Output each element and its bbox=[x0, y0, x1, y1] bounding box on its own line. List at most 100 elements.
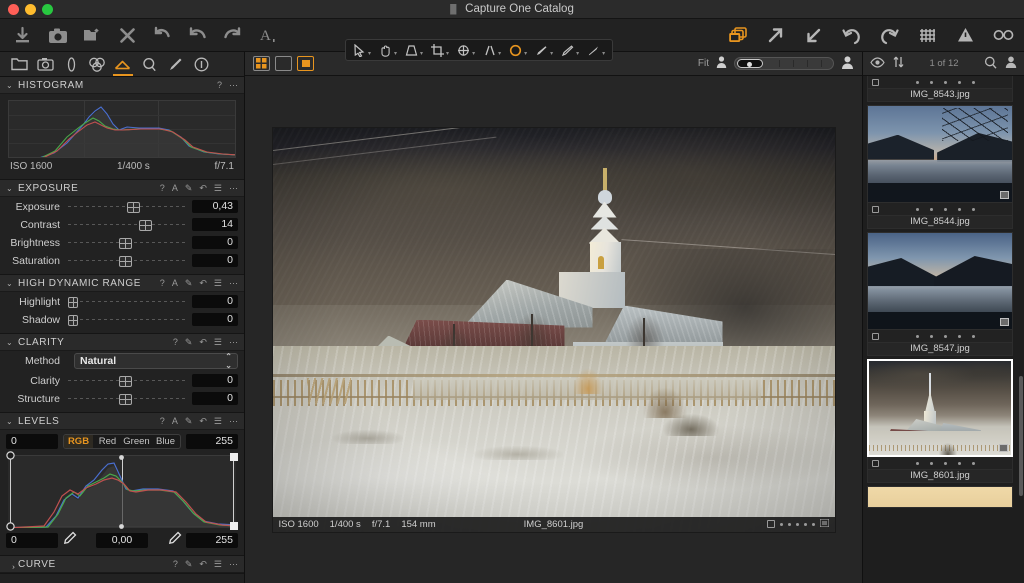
help-icon[interactable]: ? bbox=[173, 560, 178, 569]
search-icon[interactable] bbox=[984, 56, 997, 72]
collapse-chevron-icon[interactable]: ⌄ bbox=[6, 338, 18, 347]
maximize-window-button[interactable] bbox=[42, 4, 53, 15]
menu-icon[interactable]: ☰ bbox=[214, 279, 222, 288]
rotate-ccw-icon[interactable] bbox=[841, 25, 862, 46]
glasses-icon[interactable] bbox=[993, 25, 1014, 46]
person-icon[interactable] bbox=[1005, 56, 1017, 71]
exposure-header[interactable]: ⌄ EXPOSURE ? A ✎ ↶ ☰ ⋯ bbox=[0, 180, 244, 197]
rating-dot[interactable] bbox=[916, 335, 919, 338]
menu-icon[interactable]: ☰ bbox=[214, 184, 222, 193]
select-checkbox[interactable] bbox=[872, 206, 879, 213]
close-icon[interactable] bbox=[117, 25, 138, 46]
levels-black-out-handle[interactable] bbox=[6, 522, 15, 531]
rating-dot[interactable] bbox=[944, 208, 947, 211]
import-icon[interactable] bbox=[12, 25, 33, 46]
slider-track[interactable] bbox=[68, 294, 186, 310]
rating-dot[interactable] bbox=[972, 335, 975, 338]
arrow-down-left-icon[interactable] bbox=[803, 25, 824, 46]
help-icon[interactable]: ? bbox=[173, 338, 178, 347]
picker-icon[interactable]: ✎ bbox=[185, 279, 193, 288]
main-photo[interactable]: ISO 1600 1/400 s f/7.1 154 mm IMG_8601.j… bbox=[273, 128, 835, 532]
picker-icon[interactable]: ✎ bbox=[185, 184, 193, 193]
ellipsis-icon[interactable]: ⋯ bbox=[229, 184, 238, 193]
text-icon[interactable]: A bbox=[257, 25, 278, 46]
list-item[interactable]: IMG_8543.jpg bbox=[867, 76, 1020, 102]
undo-icon[interactable] bbox=[187, 25, 208, 46]
slider-value[interactable]: 0 bbox=[192, 254, 238, 267]
brightness-slider-row[interactable]: Brightness 0 bbox=[0, 234, 244, 251]
menu-icon[interactable]: ☰ bbox=[214, 417, 222, 426]
channel-tab-rgb[interactable]: RGB bbox=[64, 435, 93, 448]
metadata-badge-icon[interactable] bbox=[1000, 318, 1009, 326]
expand-chevron-icon[interactable]: ⌄ bbox=[8, 558, 17, 570]
capture-tab[interactable] bbox=[32, 52, 58, 76]
thumbnail-image[interactable] bbox=[867, 359, 1013, 457]
undo-arrow-icon[interactable] bbox=[152, 25, 173, 46]
pan-tool[interactable]: ▾ bbox=[375, 40, 401, 60]
adjustments-tab[interactable] bbox=[162, 52, 188, 76]
help-icon[interactable]: ? bbox=[160, 184, 165, 193]
picker-icon[interactable]: ✎ bbox=[185, 338, 193, 347]
rating-dot[interactable] bbox=[930, 335, 933, 338]
thumbnail-list[interactable]: IMG_8543.jpg bbox=[863, 76, 1024, 583]
saturation-slider-row[interactable]: Saturation 0 bbox=[0, 252, 244, 269]
rating-dot[interactable] bbox=[972, 208, 975, 211]
channel-tab-green[interactable]: Green bbox=[122, 435, 151, 448]
curve-header[interactable]: ⌄ CURVE ? ✎ ↶ ☰ ⋯ bbox=[0, 556, 244, 573]
histogram-header[interactable]: ⌄ HISTOGRAM ? ⋯ bbox=[0, 77, 244, 94]
rating-dot[interactable] bbox=[930, 81, 933, 84]
levels-white-out-handle[interactable] bbox=[230, 521, 239, 530]
collapse-chevron-icon[interactable]: ⌄ bbox=[6, 417, 18, 426]
thumbnail-image[interactable] bbox=[867, 105, 1013, 203]
rating-dot[interactable] bbox=[958, 462, 961, 465]
levels-gamma-handle[interactable] bbox=[118, 452, 127, 461]
metadata-badge-icon[interactable] bbox=[1000, 191, 1009, 199]
collapse-chevron-icon[interactable]: ⌄ bbox=[6, 184, 18, 193]
zoom-slider[interactable] bbox=[734, 57, 834, 70]
slider-track[interactable] bbox=[68, 391, 186, 407]
slider-value[interactable]: 0,43 bbox=[192, 200, 238, 213]
rating-dot[interactable] bbox=[916, 81, 919, 84]
rating-dot[interactable] bbox=[916, 208, 919, 211]
levels-gamma-handle-bottom[interactable] bbox=[118, 521, 127, 530]
list-item[interactable] bbox=[867, 486, 1020, 508]
highlight-slider-row[interactable]: Highlight 0 bbox=[0, 293, 244, 310]
auto-icon[interactable]: A bbox=[172, 184, 178, 193]
levels-output-black[interactable]: 0 bbox=[6, 533, 58, 548]
keystone-tool[interactable]: ▾ bbox=[401, 40, 427, 60]
warning-icon[interactable] bbox=[955, 25, 976, 46]
ellipsis-icon[interactable]: ⋯ bbox=[229, 81, 238, 90]
slider-value[interactable]: 0 bbox=[192, 392, 238, 405]
browser-scrollbar[interactable] bbox=[1019, 376, 1023, 496]
reset-icon[interactable]: ↶ bbox=[199, 417, 207, 426]
slider-track[interactable] bbox=[68, 235, 186, 251]
rotate-tool[interactable]: ▾ bbox=[453, 40, 479, 60]
slider-value[interactable]: 0 bbox=[192, 374, 238, 387]
menu-icon[interactable]: ☰ bbox=[214, 338, 222, 347]
camera-icon[interactable] bbox=[47, 25, 68, 46]
sort-icon[interactable] bbox=[893, 56, 904, 71]
rating-dot[interactable] bbox=[972, 81, 975, 84]
ellipse-mask-tool[interactable]: ▾ bbox=[505, 40, 531, 60]
channel-tab-red[interactable]: Red bbox=[93, 435, 122, 448]
pointer-tool[interactable]: ▾ bbox=[349, 40, 375, 60]
hdr-header[interactable]: ⌄ HIGH DYNAMIC RANGE ? A ✎ ↶ ☰ ⋯ bbox=[0, 275, 244, 292]
rating-dot[interactable] bbox=[804, 523, 807, 526]
slider-track[interactable] bbox=[68, 199, 186, 215]
rating-dot[interactable] bbox=[930, 208, 933, 211]
collapse-chevron-icon[interactable]: ⌄ bbox=[6, 279, 18, 288]
slider-value[interactable]: 0 bbox=[192, 295, 238, 308]
structure-slider-row[interactable]: Structure 0 bbox=[0, 390, 244, 407]
ellipsis-icon[interactable]: ⋯ bbox=[229, 417, 238, 426]
slider-track[interactable] bbox=[68, 373, 186, 389]
metadata-badge-icon[interactable] bbox=[999, 444, 1008, 452]
collapse-chevron-icon[interactable]: ⌄ bbox=[6, 81, 18, 90]
rating-dot[interactable] bbox=[916, 462, 919, 465]
close-window-button[interactable] bbox=[8, 4, 19, 15]
rating-dot[interactable] bbox=[812, 523, 815, 526]
minimize-window-button[interactable] bbox=[25, 4, 36, 15]
draw-mask-tool[interactable]: ▾ bbox=[531, 40, 557, 60]
slider-track[interactable] bbox=[68, 253, 186, 269]
auto-icon[interactable]: A bbox=[172, 279, 178, 288]
lens-tab[interactable] bbox=[58, 52, 84, 76]
